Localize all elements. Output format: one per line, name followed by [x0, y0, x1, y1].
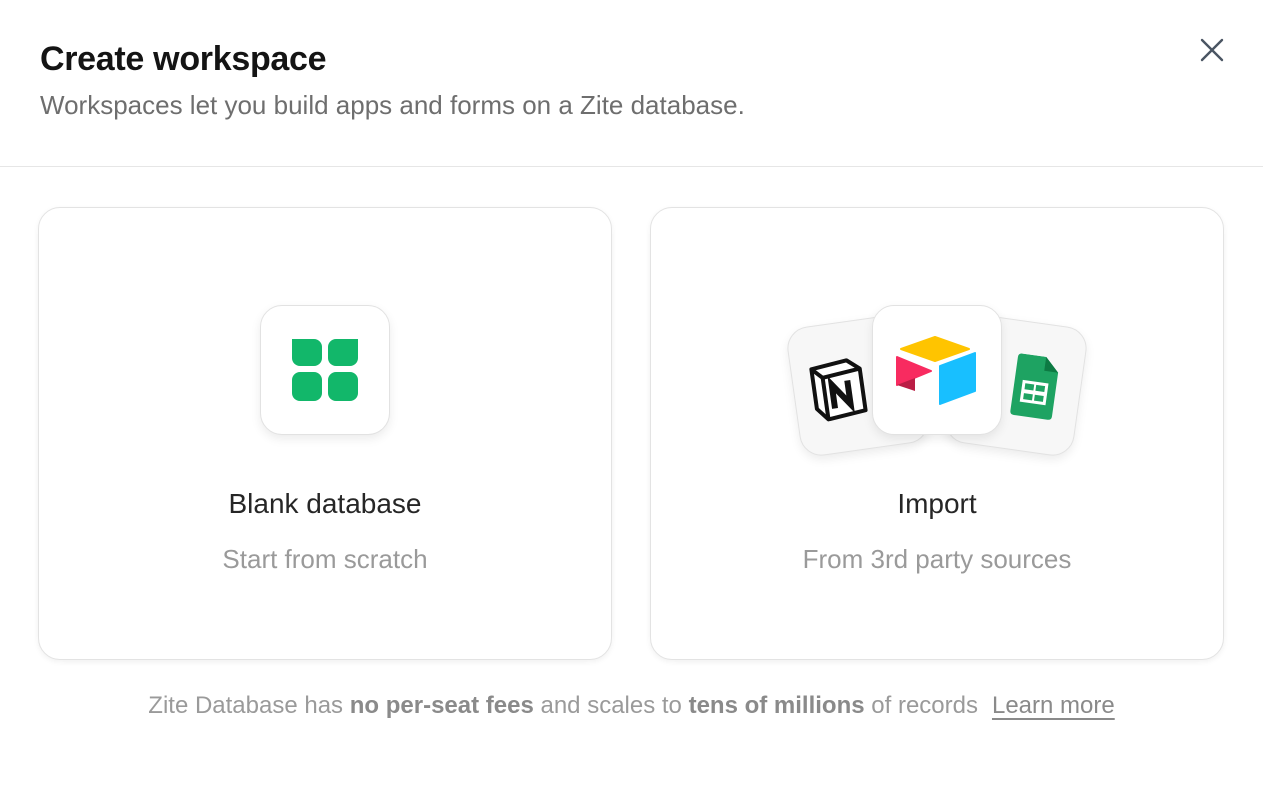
blank-database-subtitle: Start from scratch	[222, 544, 428, 574]
learn-more-link[interactable]: Learn more	[992, 692, 1115, 719]
footer-bold-2: tens of millions	[688, 692, 865, 719]
modal-header: Create workspace Workspaces let you buil…	[0, 0, 1263, 167]
grid-table-icon	[292, 339, 358, 401]
modal-subtitle: Workspaces let you build apps and forms …	[40, 90, 745, 120]
airtable-logo	[896, 336, 976, 405]
close-icon	[1200, 38, 1224, 62]
import-title: Import	[897, 488, 977, 519]
airtable-tile	[872, 305, 1002, 435]
footer-bold-1: no per-seat fees	[349, 692, 534, 719]
import-subtitle: From 3rd party sources	[802, 544, 1072, 574]
blank-database-title: Blank database	[228, 488, 422, 519]
footer-text-1: Zite Database has	[148, 692, 350, 719]
blank-database-card[interactable]: Blank database Start from scratch	[38, 207, 612, 660]
notion-logo	[809, 358, 868, 422]
footer-text-3: of records	[864, 692, 978, 719]
create-workspace-modal: Create workspace Workspaces let you buil…	[0, 0, 1263, 787]
google-sheets-logo	[1010, 353, 1059, 420]
footer-note: Zite Database has no per-seat fees and s…	[0, 692, 1263, 720]
blank-database-icon-tile	[260, 305, 390, 435]
close-button[interactable]	[1192, 30, 1232, 70]
footer-text-2: and scales to	[533, 692, 689, 719]
modal-title: Create workspace	[40, 40, 327, 78]
import-card[interactable]: Import From 3rd party sources	[650, 207, 1224, 660]
